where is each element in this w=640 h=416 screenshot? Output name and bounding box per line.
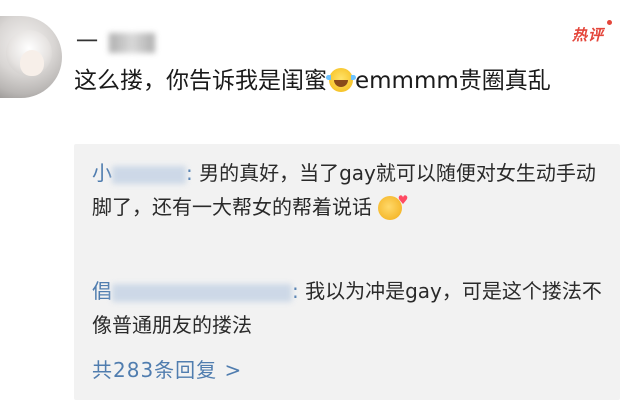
- reply-section: 小: 男的真好，当了gay就可以随便对女生动手动脚了，还有一大帮女的帮着说话 倡…: [74, 144, 620, 400]
- avatar-face: [20, 50, 44, 76]
- reply-item[interactable]: 小: 男的真好，当了gay就可以随便对女生动手动脚了，还有一大帮女的帮着说话: [92, 156, 602, 224]
- hot-comment-badge: 热评: [572, 20, 613, 45]
- comment-text-part1: 这么搂，你告诉我是闺蜜: [74, 68, 327, 94]
- user-avatar[interactable]: [0, 16, 62, 98]
- reply-author[interactable]: 小:: [92, 161, 193, 185]
- hot-badge-label: 热评: [572, 26, 605, 44]
- more-replies-link[interactable]: 共283条回复 >: [92, 354, 242, 383]
- reply-author[interactable]: 倡:: [92, 279, 299, 303]
- username-visible: 一: [76, 30, 101, 55]
- reply-item[interactable]: 倡: 我以为冲是gay，可是这个搂法不像普通朋友的搂法: [92, 274, 602, 342]
- username-blurred: [109, 33, 156, 53]
- blowing-kiss-emoji-icon: [378, 194, 408, 220]
- laughing-emoji-icon: [326, 68, 356, 92]
- comment-username[interactable]: 一: [76, 24, 156, 56]
- comment-text: 这么搂，你告诉我是闺蜜 emmmm贵圈真乱: [74, 62, 614, 100]
- reply-author-blurred: [112, 283, 292, 302]
- badge-dot: [607, 20, 613, 25]
- comment-text-part2: emmmm贵圈真乱: [355, 68, 551, 94]
- reply-author-blurred: [112, 165, 186, 184]
